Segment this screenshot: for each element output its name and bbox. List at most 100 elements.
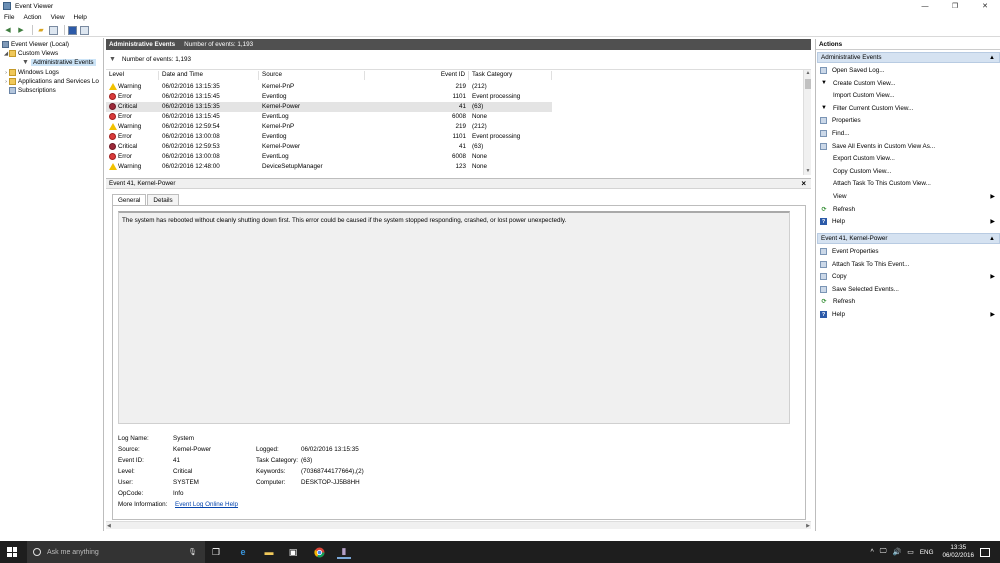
cell-date-time: 06/02/2016 12:48:00: [162, 163, 220, 170]
events-vertical-scrollbar[interactable]: ▲ ▼: [803, 70, 811, 175]
tree-item-applications-services[interactable]: › Applications and Services Lo: [3, 77, 99, 86]
table-row[interactable]: Warning 06/02/2016 12:48:00 DeviceSetupMan…: [106, 162, 803, 172]
menu-bar: File Action View Help: [0, 12, 1000, 23]
table-row[interactable]: Error 06/02/2016 13:15:45 EventLog 6008 None: [106, 112, 803, 122]
scroll-left-icon[interactable]: ◀: [107, 523, 111, 529]
tab-general[interactable]: General: [112, 194, 147, 205]
folder-icon[interactable]: ▰: [36, 25, 46, 35]
menu-action[interactable]: Action: [23, 14, 41, 21]
edge-browser-icon[interactable]: e: [236, 545, 250, 559]
tree-item-event-viewer-local[interactable]: Event Viewer (Local): [2, 40, 69, 49]
forward-arrow-icon[interactable]: ▶: [16, 25, 26, 35]
column-level[interactable]: Level: [106, 71, 159, 80]
action-help[interactable]: ? Help ▶: [817, 216, 999, 227]
cell-task-category: Event processing: [472, 133, 521, 140]
event-description[interactable]: The system has rebooted without cleanly …: [118, 211, 790, 424]
network-icon[interactable]: 🖵: [880, 548, 887, 556]
action-label: Copy: [832, 273, 847, 281]
action-attach-task-to-this-event[interactable]: Attach Task To This Event...: [817, 259, 999, 270]
table-row[interactable]: Error 06/02/2016 13:15:45 Eventlog 1101 Even…: [106, 92, 803, 102]
action-help[interactable]: ? Help ▶: [817, 309, 999, 320]
action-open-saved-log[interactable]: Open Saved Log...: [817, 65, 999, 76]
task-view-icon[interactable]: ❐: [209, 545, 223, 559]
cell-event-id: 41: [458, 103, 466, 110]
battery-icon[interactable]: ▭: [907, 548, 914, 556]
action-save-selected-events[interactable]: Save Selected Events...: [817, 284, 999, 295]
action-copy[interactable]: Copy ▶: [817, 271, 999, 282]
detail-horizontal-scrollbar[interactable]: ◀ ▶: [106, 521, 811, 529]
tree-item-administrative-events[interactable]: ▼ Administrative Events: [22, 58, 96, 67]
column-source[interactable]: Source: [259, 71, 365, 80]
column-date-time[interactable]: Date and Time: [159, 71, 259, 80]
close-button[interactable]: ✕: [970, 0, 1000, 12]
chevron-up-icon[interactable]: ▲: [989, 55, 995, 61]
event-log-online-help-link[interactable]: Event Log Online Help: [175, 501, 238, 511]
column-event-id[interactable]: Event ID: [365, 71, 469, 80]
help-icon: ?: [820, 311, 827, 318]
menu-view[interactable]: View: [51, 14, 65, 21]
scroll-down-icon[interactable]: ▼: [804, 168, 811, 175]
action-attach-task-to-this-custom-view[interactable]: Attach Task To This Custom View...: [817, 178, 999, 189]
menu-help[interactable]: Help: [74, 14, 87, 21]
scroll-right-icon[interactable]: ▶: [806, 523, 810, 529]
action-refresh[interactable]: ⟳ Refresh: [817, 204, 999, 215]
table-row[interactable]: Critical 06/02/2016 13:15:35 Kernel-Power 4…: [106, 102, 803, 112]
copy-icon: [820, 273, 827, 281]
tab-details[interactable]: Details: [147, 194, 179, 205]
view-title: Administrative Events: [109, 41, 176, 48]
tree-item-custom-views[interactable]: ◢ Custom Views: [3, 49, 58, 58]
tree-item-windows-logs[interactable]: › Windows Logs: [3, 68, 59, 77]
prop-logged-label: Logged:: [256, 446, 279, 453]
actions-section-administrative-events[interactable]: Administrative Events ▲: [817, 52, 1000, 63]
volume-icon[interactable]: 🔊: [892, 548, 901, 556]
show-hidden-icons-icon[interactable]: ^: [870, 549, 873, 556]
table-row[interactable]: Warning 06/02/2016 13:15:35 Kernel-PnP 219 (…: [106, 82, 803, 92]
event-viewer-taskbar-icon[interactable]: ▮: [337, 545, 351, 559]
chrome-icon[interactable]: [312, 545, 326, 559]
clock[interactable]: 13:35 06/02/2016: [942, 544, 974, 560]
minimize-button[interactable]: —: [910, 0, 940, 12]
action-label: Open Saved Log...: [832, 67, 885, 74]
action-refresh[interactable]: ⟳ Refresh: [817, 296, 999, 307]
table-row[interactable]: Warning 06/02/2016 12:59:54 Kernel-PnP 219 (…: [106, 122, 803, 132]
scroll-thumb[interactable]: [805, 79, 811, 89]
action-export-custom-view[interactable]: Export Custom View...: [817, 153, 999, 164]
tree-item-subscriptions[interactable]: Subscriptions: [9, 86, 56, 95]
prop-more-info-label: More Information:: [118, 501, 168, 508]
action-view[interactable]: View ▶: [817, 191, 999, 202]
table-row[interactable]: Error 06/02/2016 13:00:08 EventLog 6008 None: [106, 152, 803, 162]
cell-date-time: 06/02/2016 12:59:54: [162, 123, 220, 130]
action-properties[interactable]: Properties: [817, 115, 999, 126]
action-center-icon[interactable]: [980, 547, 990, 557]
show-hide-action-pane-icon[interactable]: [80, 25, 89, 35]
close-icon[interactable]: ×: [801, 179, 806, 188]
event-viewer-app-icon: [3, 2, 11, 10]
cortana-search-box[interactable]: Ask me anything 🎙: [27, 541, 205, 563]
action-copy-custom-view[interactable]: Copy Custom View...: [817, 166, 999, 177]
action-filter-current-custom-view[interactable]: ▼ Filter Current Custom View...: [817, 103, 999, 114]
action-save-all-events-in-custom-view-as[interactable]: Save All Events in Custom View As...: [817, 141, 999, 152]
table-row[interactable]: Error 06/02/2016 13:00:08 Eventlog 1101 Even…: [106, 132, 803, 142]
action-find[interactable]: Find...: [817, 128, 999, 139]
action-import-custom-view[interactable]: Import Custom View...: [817, 90, 999, 101]
actions-section-event-41[interactable]: Event 41, Kernel-Power ▲: [817, 233, 1000, 244]
chevron-up-icon[interactable]: ▲: [989, 236, 995, 242]
table-row[interactable]: Critical 06/02/2016 12:59:53 Kernel-Power 4…: [106, 142, 803, 152]
windows-start-icon[interactable]: [7, 547, 17, 557]
column-task-category[interactable]: Task Category: [469, 71, 552, 80]
file-explorer-icon[interactable]: ▬: [262, 545, 276, 559]
cell-event-id: 6008: [451, 153, 466, 160]
microphone-icon[interactable]: 🎙: [188, 548, 197, 556]
menu-file[interactable]: File: [4, 14, 14, 21]
action-event-properties[interactable]: Event Properties: [817, 246, 999, 257]
maximize-button[interactable]: ❐: [940, 0, 970, 12]
show-hide-tree-icon[interactable]: [49, 25, 58, 35]
help-icon[interactable]: [68, 25, 77, 35]
store-icon[interactable]: ▣: [286, 545, 300, 559]
back-arrow-icon[interactable]: ◀: [3, 25, 13, 35]
action-create-custom-view[interactable]: ▼ Create Custom View...: [817, 78, 999, 89]
cell-source: EventLog: [262, 153, 289, 160]
action-label: Save Selected Events...: [832, 285, 899, 293]
scroll-up-icon[interactable]: ▲: [804, 70, 811, 78]
language-indicator[interactable]: ENG: [920, 549, 934, 556]
